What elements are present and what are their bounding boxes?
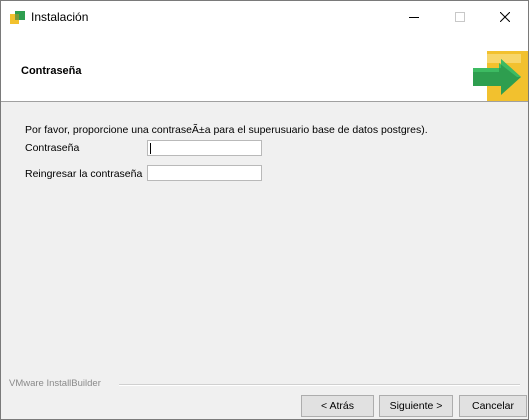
confirm-password-field[interactable]	[147, 165, 262, 181]
installer-icon	[10, 11, 25, 24]
instruction-text: Por favor, proporcione una contraseÃ±a p…	[25, 124, 428, 136]
password-field[interactable]	[147, 140, 262, 156]
password-label: Contraseña	[25, 142, 80, 154]
close-icon	[500, 12, 510, 22]
cancel-button[interactable]: Cancelar	[459, 395, 527, 417]
footer-divider	[119, 384, 520, 386]
minimize-icon	[409, 17, 419, 18]
title-bar: Instalación	[1, 1, 528, 33]
installer-window: Instalación Contraseña Por favor, propor…	[0, 0, 529, 420]
text-caret	[150, 143, 151, 154]
confirm-password-label: Reingresar la contraseña	[25, 168, 143, 180]
maximize-icon	[455, 12, 465, 22]
window-title: Instalación	[31, 10, 89, 24]
brand-label: VMware InstallBuilder	[9, 378, 101, 389]
next-button[interactable]: Siguiente >	[379, 395, 453, 417]
header-band: Contraseña	[1, 33, 528, 102]
green-arrow-icon	[473, 51, 528, 101]
back-button[interactable]: < Atrás	[301, 395, 374, 417]
maximize-button[interactable]	[437, 1, 483, 33]
close-button[interactable]	[482, 1, 528, 33]
page-title: Contraseña	[21, 65, 82, 77]
minimize-button[interactable]	[391, 1, 437, 33]
